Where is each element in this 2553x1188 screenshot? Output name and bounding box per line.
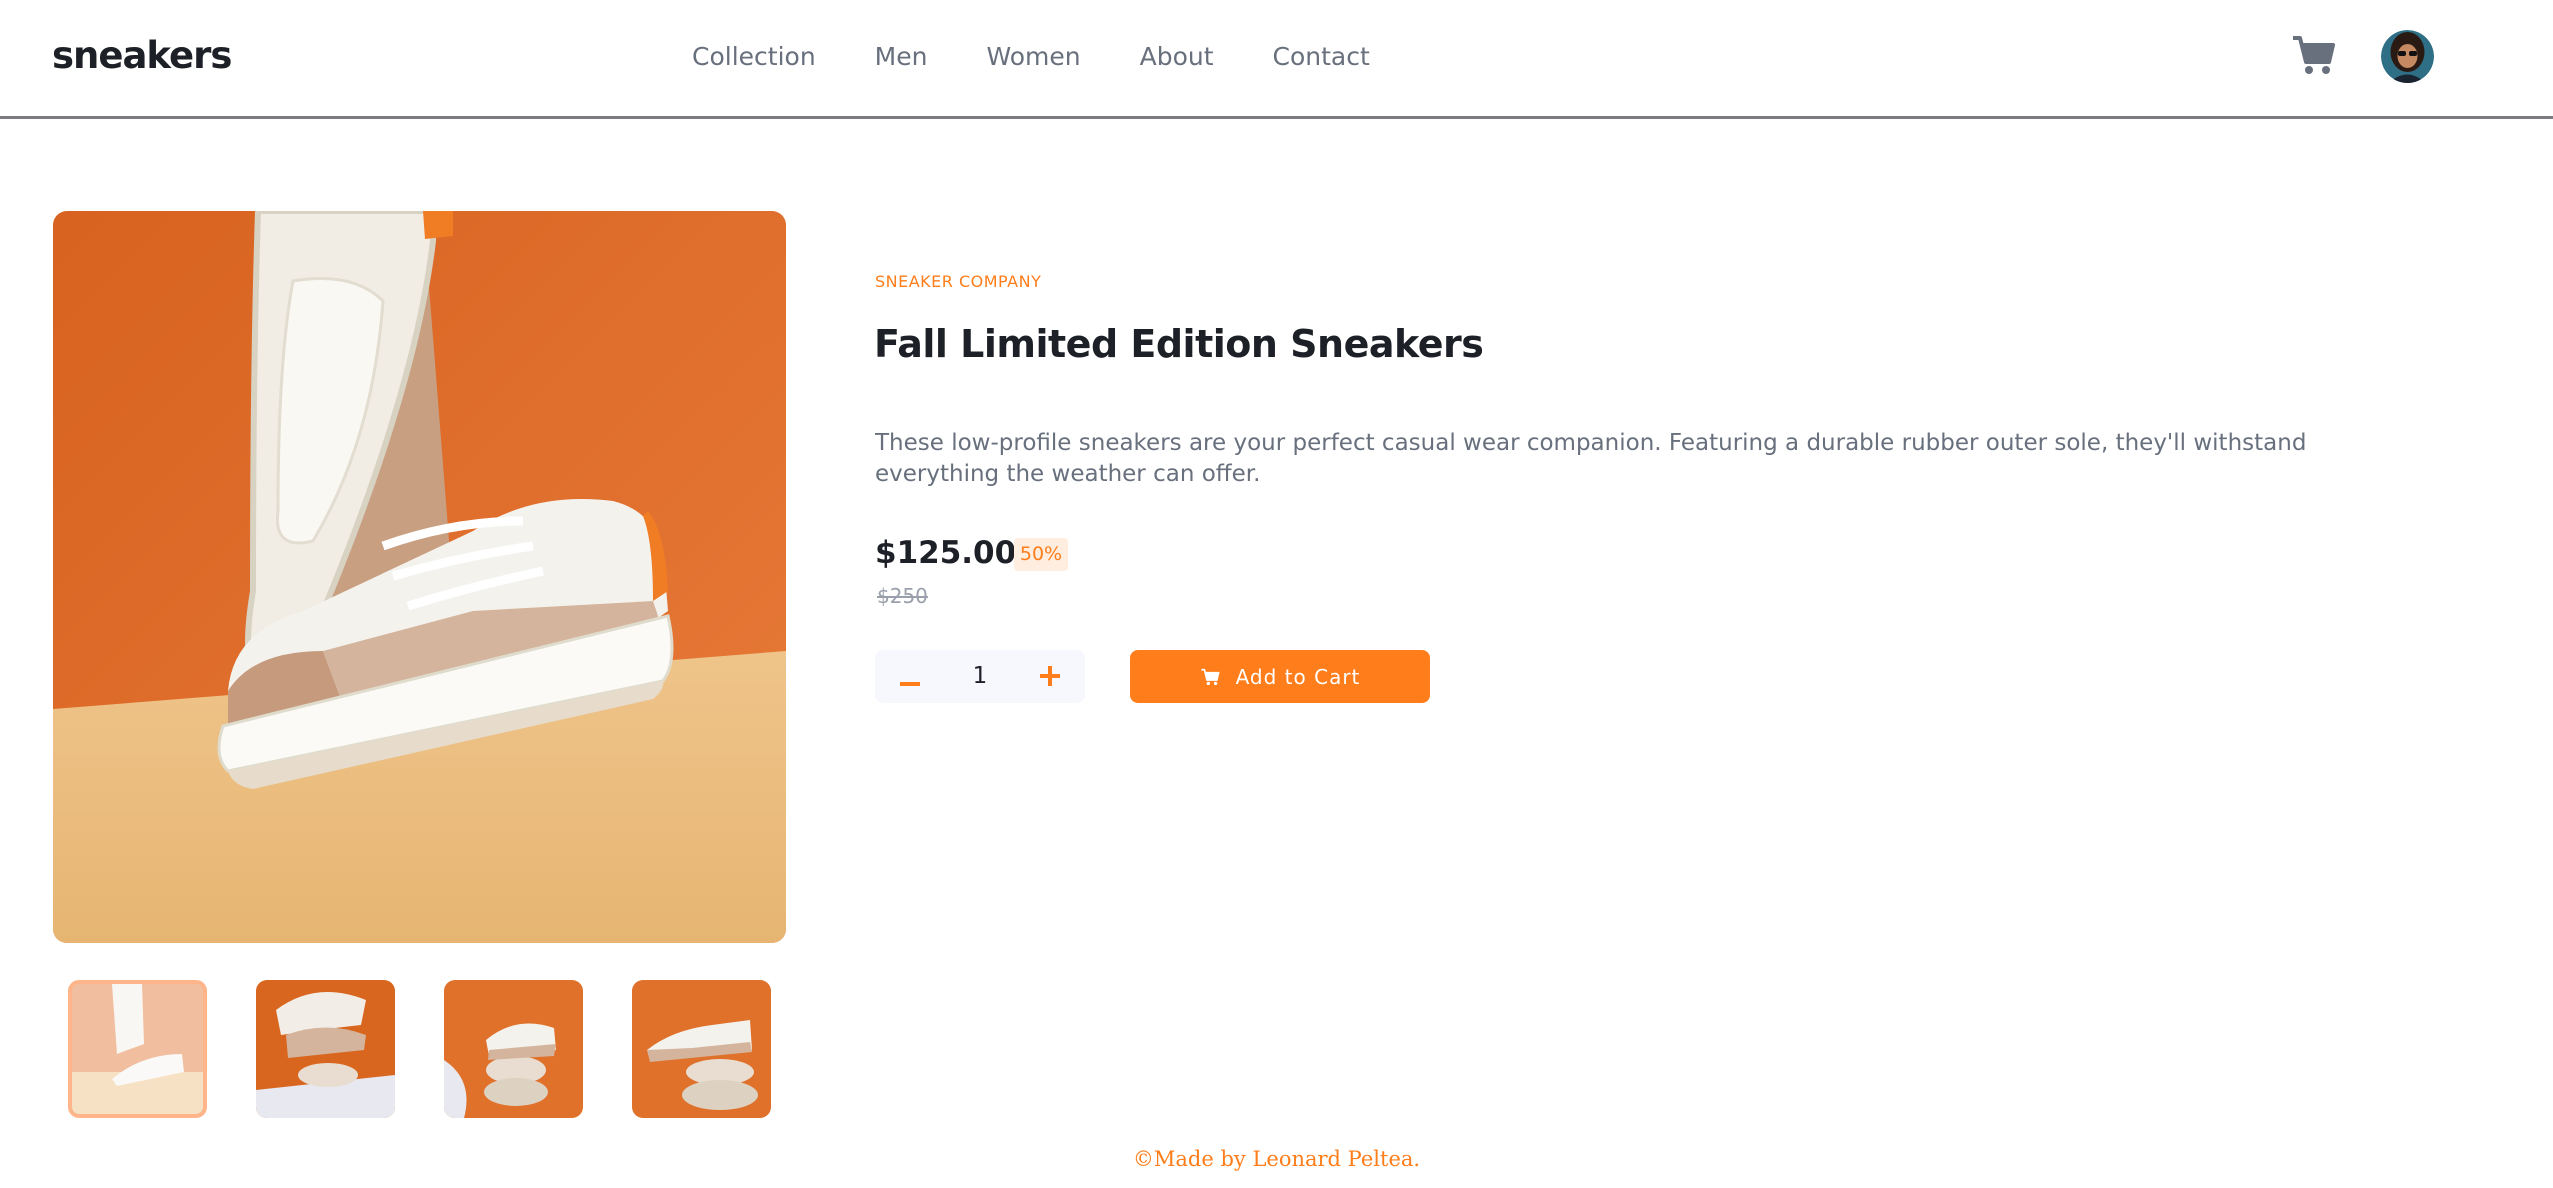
product-description: These low-profile sneakers are your perf… xyxy=(875,430,2307,487)
footer-credit: ©Made by Leonard Peltea. xyxy=(1132,1147,1421,1171)
original-price: $250 xyxy=(877,584,928,608)
minus-icon[interactable] xyxy=(880,650,940,703)
thumbnail-3[interactable] xyxy=(444,980,583,1118)
nav-contact[interactable]: Contact xyxy=(1273,42,1370,71)
thumbnail-4[interactable] xyxy=(632,980,771,1118)
current-price: $125.00 xyxy=(875,535,1017,571)
cart-icon[interactable] xyxy=(2291,34,2335,76)
discount-badge: 50% xyxy=(1014,538,1068,571)
thumbnail-1[interactable] xyxy=(68,980,207,1118)
nav-collection[interactable]: Collection xyxy=(692,42,816,71)
thumbnail-2[interactable] xyxy=(256,980,395,1118)
brand-label: SNEAKER COMPANY xyxy=(875,272,1042,291)
add-to-cart-button[interactable]: Add to Cart xyxy=(1130,650,1430,703)
logo[interactable]: sneakers xyxy=(52,34,232,77)
add-to-cart-label: Add to Cart xyxy=(1235,664,1361,689)
quantity-stepper: 1 xyxy=(875,650,1085,703)
site-header: sneakers Collection Men Women About Cont… xyxy=(0,0,2553,119)
product-title: Fall Limited Edition Sneakers xyxy=(874,322,1484,366)
main-nav: Collection Men Women About Contact xyxy=(692,42,1429,71)
plus-icon[interactable] xyxy=(1020,650,1080,703)
quantity-value[interactable]: 1 xyxy=(945,650,1015,703)
nav-women[interactable]: Women xyxy=(986,42,1080,71)
cart-icon xyxy=(1201,668,1220,685)
nav-about[interactable]: About xyxy=(1140,42,1214,71)
user-avatar[interactable] xyxy=(2381,30,2434,83)
main-product-image[interactable] xyxy=(53,211,786,943)
nav-men[interactable]: Men xyxy=(875,42,928,71)
